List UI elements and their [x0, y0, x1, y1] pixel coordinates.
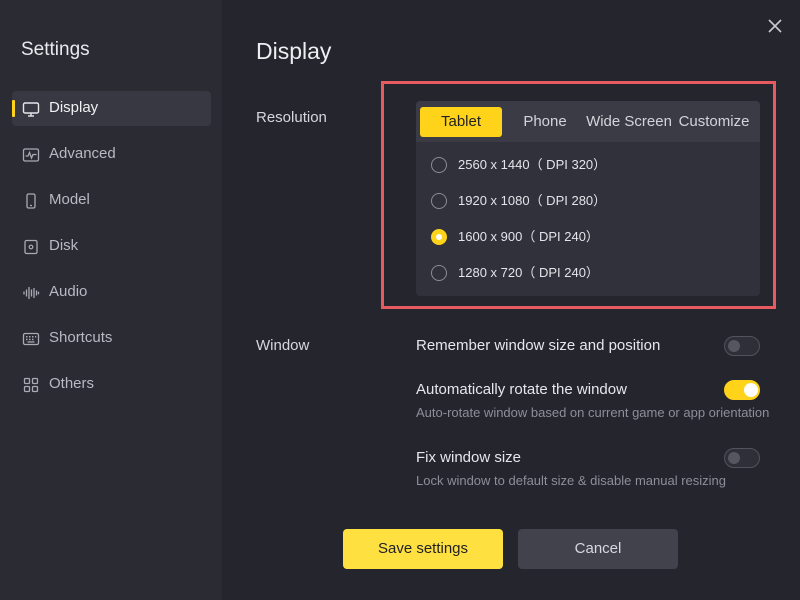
sidebar-item-label: Model [49, 191, 90, 208]
pulse-icon [22, 146, 40, 164]
grid-icon [22, 376, 40, 394]
settings-window: Settings Display Advanced Model Disk Aud… [0, 0, 800, 600]
disk-icon [22, 238, 40, 256]
sidebar-item-advanced[interactable]: Advanced [12, 137, 211, 172]
sidebar-title: Settings [21, 39, 90, 60]
close-button[interactable] [765, 16, 785, 36]
page-title: Display [256, 38, 332, 64]
audio-wave-icon [22, 284, 40, 302]
close-icon [768, 19, 782, 33]
sidebar-item-model[interactable]: Model [12, 183, 211, 218]
fix-window-toggle[interactable] [724, 448, 760, 468]
sidebar-item-others[interactable]: Others [12, 367, 211, 402]
auto-rotate-description: Auto-rotate window based on current game… [416, 405, 770, 420]
keyboard-icon [22, 330, 40, 348]
remember-window-toggle[interactable] [724, 336, 760, 356]
remember-window-label: Remember window size and position [416, 337, 661, 354]
sidebar-item-label: Others [49, 375, 95, 392]
sidebar-item-label: Disk [49, 237, 79, 254]
window-label: Window [256, 337, 310, 354]
monitor-icon [22, 100, 40, 118]
save-settings-button[interactable]: Save settings [343, 529, 503, 569]
highlight-box [381, 81, 776, 309]
toggle-knob [728, 340, 740, 352]
auto-rotate-label: Automatically rotate the window [416, 381, 627, 398]
sidebar: Settings Display Advanced Model Disk Aud… [0, 0, 222, 600]
sidebar-item-label: Shortcuts [49, 329, 113, 346]
sidebar-item-label: Audio [49, 283, 88, 300]
toggle-knob [744, 383, 758, 397]
sidebar-item-disk[interactable]: Disk [12, 229, 211, 264]
cancel-button[interactable]: Cancel [518, 529, 678, 569]
sidebar-item-label: Display [49, 99, 99, 116]
fix-window-label: Fix window size [416, 449, 522, 466]
sidebar-item-label: Advanced [49, 145, 116, 162]
toggle-knob [728, 452, 740, 464]
resolution-label: Resolution [256, 109, 327, 126]
sidebar-item-display[interactable]: Display [12, 91, 211, 126]
sidebar-item-shortcuts[interactable]: Shortcuts [12, 321, 211, 356]
fix-window-description: Lock window to default size & disable ma… [416, 473, 727, 488]
sidebar-item-audio[interactable]: Audio [12, 275, 211, 310]
phone-icon [22, 192, 40, 210]
auto-rotate-toggle[interactable] [724, 380, 760, 400]
